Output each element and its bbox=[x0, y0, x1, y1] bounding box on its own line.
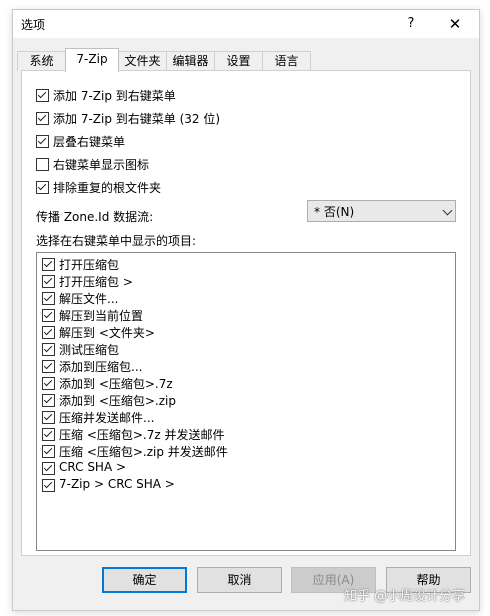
checkbox[interactable] bbox=[36, 158, 49, 171]
checkbox[interactable] bbox=[36, 112, 49, 125]
options-dialog: 选项 ? ✕ 系统 7-Zip 文件夹 编辑器 设置 语言 添加 7-Zip 到… bbox=[12, 9, 480, 611]
list-item-label: 解压文件... bbox=[59, 292, 119, 306]
option-label: 层叠右键菜单 bbox=[53, 135, 126, 149]
checkbox[interactable] bbox=[42, 462, 55, 475]
checkbox[interactable] bbox=[42, 343, 55, 356]
zone-id-selected: * 否(N) bbox=[314, 205, 355, 219]
tab-language[interactable]: 语言 bbox=[262, 51, 311, 71]
list-item-label: 压缩并发送邮件... bbox=[59, 411, 155, 425]
option-label: 添加 7-Zip 到右键菜单 (32 位) bbox=[53, 112, 221, 126]
checkbox[interactable] bbox=[36, 89, 49, 102]
list-item-label: 添加到压缩包... bbox=[59, 360, 143, 374]
checkbox[interactable] bbox=[42, 428, 55, 441]
list-item-label: 打开压缩包 > bbox=[59, 275, 133, 289]
ok-button[interactable]: 确定 bbox=[102, 567, 187, 593]
tab-7zip[interactable]: 7-Zip bbox=[65, 48, 119, 72]
tab-editor[interactable]: 编辑器 bbox=[166, 51, 215, 71]
option-label: 排除重复的根文件夹 bbox=[53, 181, 162, 195]
list-item-label: 压缩 <压缩包>.7z 并发送邮件 bbox=[59, 428, 225, 442]
zone-id-select[interactable]: * 否(N) bbox=[307, 200, 456, 222]
list-item-label: 添加到 <压缩包>.zip bbox=[59, 394, 176, 408]
checkbox[interactable] bbox=[42, 394, 55, 407]
checkbox[interactable] bbox=[42, 309, 55, 322]
list-item-label: 测试压缩包 bbox=[59, 343, 120, 357]
menu-items-label: 选择在右键菜单中显示的项目: bbox=[36, 234, 197, 248]
checkbox[interactable] bbox=[36, 135, 49, 148]
close-icon[interactable]: ✕ bbox=[443, 14, 467, 34]
list-item-label: 打开压缩包 bbox=[59, 258, 120, 272]
title-bar: 选项 ? ✕ bbox=[13, 10, 479, 38]
list-item-label: CRC SHA > bbox=[59, 460, 127, 474]
tab-panel-7zip: 添加 7-Zip 到右键菜单 添加 7-Zip 到右键菜单 (32 位) 层叠右… bbox=[21, 70, 471, 556]
checkbox[interactable] bbox=[42, 258, 55, 271]
chevron-down-icon bbox=[442, 205, 453, 216]
checkbox[interactable] bbox=[42, 479, 55, 492]
checkbox[interactable] bbox=[42, 275, 55, 288]
watermark: 知乎 @小周设计分享 bbox=[344, 589, 466, 604]
help-icon[interactable]: ? bbox=[401, 14, 421, 34]
list-item-label: 压缩 <压缩包>.zip 并发送邮件 bbox=[59, 445, 228, 459]
list-item-label: 解压到 <文件夹> bbox=[59, 326, 155, 340]
list-item-label: 解压到当前位置 bbox=[59, 309, 144, 323]
zone-id-label: 传播 Zone.Id 数据流: bbox=[36, 210, 154, 224]
menu-items-list[interactable]: 打开压缩包 打开压缩包 > 解压文件... 解压到当前位置 解压到 <文件夹> … bbox=[36, 252, 456, 551]
option-label: 右键菜单显示图标 bbox=[53, 158, 150, 172]
list-item-label: 7-Zip > CRC SHA > bbox=[59, 477, 175, 491]
tab-system[interactable]: 系统 bbox=[17, 51, 66, 71]
window-title: 选项 bbox=[21, 18, 46, 32]
checkbox[interactable] bbox=[42, 326, 55, 339]
option-label: 添加 7-Zip 到右键菜单 bbox=[53, 89, 176, 103]
tab-folders[interactable]: 文件夹 bbox=[118, 51, 167, 71]
checkbox[interactable] bbox=[42, 360, 55, 373]
checkbox[interactable] bbox=[42, 377, 55, 390]
cancel-button[interactable]: 取消 bbox=[197, 567, 282, 593]
checkbox[interactable] bbox=[42, 292, 55, 305]
checkbox[interactable] bbox=[36, 181, 49, 194]
checkbox[interactable] bbox=[42, 411, 55, 424]
checkbox[interactable] bbox=[42, 445, 55, 458]
list-item-label: 添加到 <压缩包>.7z bbox=[59, 377, 173, 391]
tab-settings[interactable]: 设置 bbox=[214, 51, 263, 71]
